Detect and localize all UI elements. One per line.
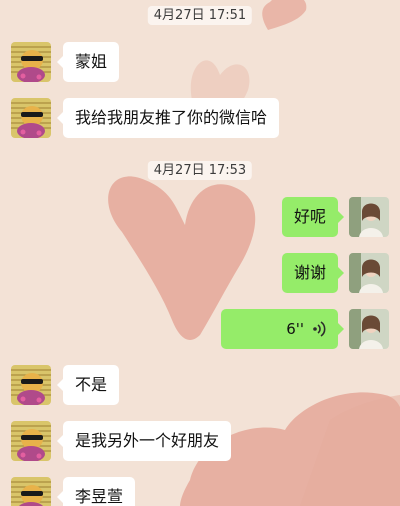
contact-avatar[interactable] — [11, 365, 51, 405]
contact-avatar[interactable] — [11, 421, 51, 461]
self-avatar[interactable] — [349, 253, 389, 293]
timestamp: 4月27日 17:53 — [147, 161, 253, 180]
cartoon-character-avatar-icon — [11, 421, 51, 461]
cartoon-character-avatar-icon — [11, 477, 51, 506]
woman-photo-avatar-icon — [349, 309, 389, 349]
contact-avatar[interactable] — [11, 477, 51, 506]
woman-photo-avatar-icon — [349, 197, 389, 237]
contact-avatar[interactable] — [11, 42, 51, 82]
message-bubble-incoming[interactable]: 不是 — [56, 365, 120, 405]
voice-duration: 6'' — [286, 320, 304, 338]
cartoon-character-avatar-icon — [11, 98, 51, 138]
message-bubble-incoming[interactable]: 李昱萱 — [56, 477, 136, 506]
voice-wave-icon — [313, 321, 326, 337]
contact-avatar[interactable] — [11, 98, 51, 138]
chat-area[interactable]: 4月27日 17:51 蒙姐 我给我朋友推了你的微信哈 4月27日 17:53 … — [0, 0, 400, 506]
cartoon-character-avatar-icon — [11, 42, 51, 82]
self-avatar[interactable] — [349, 309, 389, 349]
message-bubble-incoming[interactable]: 我给我朋友推了你的微信哈 — [56, 98, 280, 138]
message-bubble-outgoing[interactable]: 谢谢 — [281, 253, 345, 293]
woman-photo-avatar-icon — [349, 253, 389, 293]
cartoon-character-avatar-icon — [11, 365, 51, 405]
voice-message-bubble[interactable]: 6'' — [221, 309, 344, 349]
self-avatar[interactable] — [349, 197, 389, 237]
message-bubble-incoming[interactable]: 蒙姐 — [56, 42, 120, 82]
timestamp: 4月27日 17:51 — [147, 6, 253, 25]
message-bubble-incoming[interactable]: 是我另外一个好朋友 — [56, 421, 232, 461]
message-bubble-outgoing[interactable]: 好呢 — [281, 197, 345, 237]
